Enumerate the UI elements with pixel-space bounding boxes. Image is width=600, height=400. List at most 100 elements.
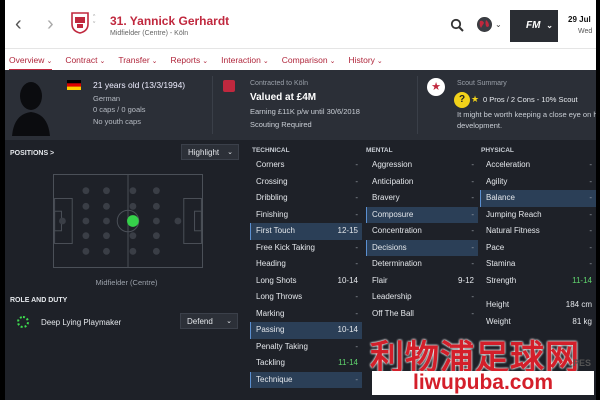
globe-icon[interactable] (477, 17, 492, 32)
attribute-row[interactable]: Flair 9-12 (366, 273, 478, 290)
attribute-value: - (471, 193, 474, 202)
scout-summary-title: Scout Summary (457, 80, 507, 87)
player-avatar[interactable] (10, 76, 52, 136)
attribute-row[interactable]: Technique - (250, 371, 362, 388)
attribute-row[interactable]: Aggression - (366, 157, 478, 174)
attribute-row[interactable]: Free Kick Taking - (250, 240, 362, 257)
attribute-name: Corners (256, 160, 285, 169)
role-name[interactable]: Deep Lying Playmaker (41, 318, 121, 327)
divider (417, 76, 418, 134)
attribute-name: Leadership (372, 292, 412, 301)
attribute-name: Pace (486, 242, 505, 252)
positions-link[interactable]: POSITIONS > (10, 150, 54, 157)
attribute-name: Flair (372, 275, 388, 285)
attribute-row[interactable]: Decisions - (366, 239, 478, 256)
player-switch-chevron-icon[interactable]: ˆˇ (93, 15, 95, 29)
scout-summary-text-2: development. (457, 121, 503, 130)
attribute-row[interactable]: Marking - (250, 306, 362, 323)
attribute-value: - (355, 292, 358, 301)
player-youth-caps: No youth caps (93, 117, 141, 126)
scouting-status: Scouting Required (250, 120, 312, 129)
club-crest-icon (71, 12, 89, 34)
attribute-row[interactable]: Long Throws - (250, 289, 362, 306)
positions-panel: POSITIONS > Highlight ⌄ Midfielder (Cent… (5, 140, 248, 400)
tab-contract[interactable]: Contract ⌄ (65, 49, 105, 71)
player-profile-window: ‹ › ˆˇ 31. Yannick Gerhardt Midfielder (… (5, 0, 596, 400)
attribute-row[interactable]: Anticipation - (366, 174, 478, 191)
height-row: Height 184 cm (480, 297, 596, 314)
technical-header: TECHNICAL (252, 147, 290, 154)
attribute-row[interactable]: Composure - (366, 206, 478, 223)
physical-measurements: Height 184 cm Weight 81 kg (480, 297, 596, 330)
tab-comparison[interactable]: Comparison ⌄ (282, 49, 336, 71)
attribute-row[interactable]: Long Shots 10-14 (250, 273, 362, 290)
attribute-row[interactable]: Tackling 11-14 (250, 355, 362, 372)
attribute-row[interactable]: Acceleration - (480, 157, 596, 174)
attribute-value: - (471, 176, 474, 186)
question-mark-icon[interactable]: ? (454, 92, 470, 108)
attribute-row[interactable]: Heading - (250, 256, 362, 273)
attribute-row[interactable]: Corners - (250, 157, 362, 174)
position-caption: Midfielder (Centre) (95, 278, 158, 287)
attribute-value: 11-14 (338, 358, 358, 367)
chevron-down-icon: ⌄ (46, 57, 53, 65)
attribute-row[interactable]: Agility - (480, 174, 596, 191)
attribute-value: - (355, 341, 358, 351)
attribute-row[interactable]: Finishing - (250, 207, 362, 224)
attribute-row[interactable]: Leadership - (366, 289, 478, 306)
attribute-value: - (471, 259, 474, 268)
fm-menu-button[interactable]: FM ⌄ (510, 10, 558, 42)
search-icon[interactable] (450, 18, 464, 32)
attribute-name: Balance (486, 193, 515, 202)
physical-header: PHYSICAL (481, 147, 514, 154)
attribute-row[interactable]: Strength 11-14 (480, 273, 596, 290)
attribute-row[interactable]: Balance - (480, 190, 596, 207)
attribute-row[interactable]: Off The Ball - (366, 306, 478, 323)
attribute-row[interactable]: Jumping Reach - (480, 207, 596, 224)
attribute-row[interactable]: Crossing - (250, 174, 362, 191)
tab-history[interactable]: History ⌄ (348, 49, 382, 71)
back-arrow-icon[interactable]: ‹ (15, 14, 22, 34)
tab-reports[interactable]: Reports ⌄ (171, 49, 209, 71)
attribute-row[interactable]: Bravery - (366, 190, 478, 207)
weight-value: 81 kg (572, 316, 592, 326)
attribute-value: - (355, 193, 358, 202)
attribute-value: - (355, 160, 358, 169)
attribute-value: - (589, 160, 592, 169)
position-pitch[interactable] (53, 174, 203, 268)
attribute-name: Determination (372, 259, 422, 268)
attribute-row[interactable]: Penalty Taking - (250, 339, 362, 356)
attribute-name: Dribbling (256, 193, 288, 202)
scout-pros-cons[interactable]: 0 Pros / 2 Cons - 10% Scout (483, 95, 578, 104)
tab-transfer[interactable]: Transfer ⌄ (118, 49, 157, 71)
attribute-value: 10-14 (337, 275, 358, 285)
attribute-name: Finishing (256, 209, 289, 219)
tab-interaction[interactable]: Interaction ⌄ (221, 49, 269, 71)
attribute-value: - (589, 176, 592, 186)
attribute-row[interactable]: Concentration - (366, 223, 478, 240)
corner-logo-text: PES (573, 358, 592, 368)
attribute-name: Crossing (256, 176, 288, 186)
attribute-value: 12-15 (337, 226, 358, 235)
globe-dropdown-chevron-icon[interactable]: ⌄ (495, 20, 502, 29)
tab-overview[interactable]: Overview ⌄ (9, 49, 53, 71)
highlight-dropdown[interactable]: Highlight ⌄ (181, 144, 239, 160)
weight-row: Weight 81 kg (480, 314, 596, 331)
player-info-band: 21 years old (13/3/1994) German 0 caps /… (5, 70, 596, 140)
duty-dropdown[interactable]: Defend ⌄ (180, 313, 238, 329)
chevron-down-icon: ⌄ (202, 57, 209, 65)
attribute-row[interactable]: Natural Fitness - (480, 223, 596, 240)
technical-attributes: Corners - Crossing - Dribbling - Finishing - Fir… (250, 157, 362, 388)
attribute-row[interactable]: First Touch 12-15 (250, 223, 362, 240)
forward-arrow-icon[interactable]: › (47, 14, 54, 34)
attribute-row[interactable]: Passing 10-14 (250, 322, 362, 339)
attribute-row[interactable]: Dribbling - (250, 190, 362, 207)
attribute-value: 9-12 (457, 275, 474, 285)
attribute-value: 11-14 (572, 275, 592, 285)
attribute-row[interactable]: Stamina - (480, 256, 596, 273)
mental-header: MENTAL (366, 147, 393, 154)
attribute-row[interactable]: Determination - (366, 256, 478, 273)
attribute-row[interactable]: Pace - (480, 240, 596, 257)
chevron-down-icon: ⌄ (151, 57, 158, 65)
attribute-name: Long Shots (256, 275, 297, 285)
